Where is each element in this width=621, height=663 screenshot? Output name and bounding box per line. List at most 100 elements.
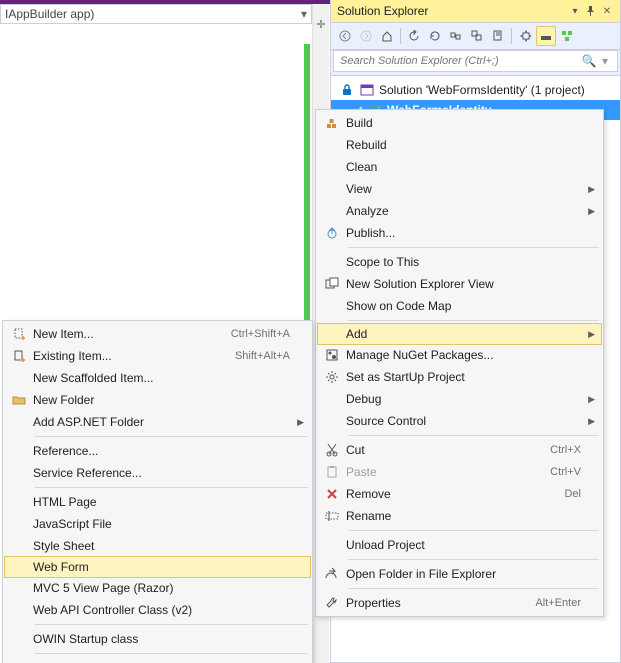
context-menu-item-rebuild[interactable]: Rebuild xyxy=(318,134,601,156)
menu-separator xyxy=(348,320,599,321)
context-menu-item-analyze[interactable]: Analyze▶ xyxy=(318,200,601,222)
solution-explorer-titlebar[interactable]: Solution Explorer ▾ ✕ xyxy=(331,0,620,23)
context-menu-item-view[interactable]: View▶ xyxy=(318,178,601,200)
submenu-arrow-icon: ▶ xyxy=(588,329,595,340)
solution-label: Solution 'WebFormsIdentity' (1 project) xyxy=(379,81,585,99)
context-menu-item-cut[interactable]: CutCtrl+X xyxy=(318,439,601,461)
panel-title: Solution Explorer xyxy=(337,4,566,18)
menu-item-label: Open Folder in File Explorer xyxy=(346,567,581,581)
add-menu-item-javascript-file[interactable]: JavaScript File xyxy=(5,513,310,535)
menu-item-label: Add xyxy=(346,327,581,341)
view-class-icon[interactable] xyxy=(557,26,577,46)
pin-icon[interactable] xyxy=(584,4,598,18)
context-menu-item-show-on-code-map[interactable]: Show on Code Map xyxy=(318,295,601,317)
menu-item-label: Style Sheet xyxy=(33,539,290,553)
editor-combo-text: IAppBuilder app) xyxy=(5,7,301,21)
context-menu-item-set-as-startup-project[interactable]: Set as StartUp Project xyxy=(318,366,601,388)
show-all-icon[interactable] xyxy=(467,26,487,46)
add-menu-item-new-scaffolded-item[interactable]: New Scaffolded Item... xyxy=(5,367,310,389)
context-menu-item-add[interactable]: Add ▶ xyxy=(317,323,602,345)
window-position-icon[interactable]: ▾ xyxy=(568,4,582,18)
add-menu-item-new-item[interactable]: New Item...Ctrl+Shift+A xyxy=(5,323,310,345)
context-menu-item-scope-to-this[interactable]: Scope to This xyxy=(318,251,601,273)
context-menu-item-rename[interactable]: Rename xyxy=(318,505,601,527)
menu-item-label: Manage NuGet Packages... xyxy=(346,348,581,362)
add-menu-item-owin-startup-class[interactable]: OWIN Startup class xyxy=(5,628,310,650)
menu-item-label: Add ASP.NET Folder xyxy=(33,415,290,429)
forward-icon[interactable] xyxy=(356,26,376,46)
menu-item-label: Service Reference... xyxy=(33,466,290,480)
context-menu-item-remove[interactable]: RemoveDel xyxy=(318,483,601,505)
menu-separator xyxy=(35,653,308,654)
context-menu-item-clean[interactable]: Clean xyxy=(318,156,601,178)
menu-item-shortcut: Ctrl+V xyxy=(540,466,581,478)
properties-icon[interactable] xyxy=(515,26,535,46)
context-menu-item-publish[interactable]: Publish... xyxy=(318,222,601,244)
publish-icon xyxy=(318,226,346,240)
add-menu-item-add-asp-net-folder[interactable]: Add ASP.NET Folder▶ xyxy=(5,411,310,433)
sync-icon[interactable] xyxy=(404,26,424,46)
add-menu-item-mvc-5-view-page-razor[interactable]: MVC 5 View Page (Razor) xyxy=(5,577,310,599)
refresh-icon[interactable] xyxy=(425,26,445,46)
preview-selected-icon[interactable] xyxy=(536,26,556,46)
solution-search-box[interactable]: 🔍 ▾ xyxy=(333,50,618,72)
context-menu-item-open-folder-in-file-explorer[interactable]: Open Folder in File Explorer xyxy=(318,563,601,585)
add-menu-item-new-folder[interactable]: New Folder xyxy=(5,389,310,411)
search-input[interactable] xyxy=(338,54,581,68)
add-menu-item-service-reference[interactable]: Service Reference... xyxy=(5,462,310,484)
close-icon[interactable]: ✕ xyxy=(600,4,614,18)
add-menu-item-html-page[interactable]: HTML Page xyxy=(5,491,310,513)
collapse-all-icon[interactable] xyxy=(446,26,466,46)
menu-item-label: Publish... xyxy=(346,226,581,240)
add-menu-item-web-form[interactable]: Web Form xyxy=(4,556,311,578)
context-menu-item-paste: PasteCtrl+V xyxy=(318,461,601,483)
new-item-icon xyxy=(5,327,33,341)
submenu-arrow-icon: ▶ xyxy=(588,184,595,195)
search-dropdown-icon[interactable]: ▾ xyxy=(597,54,613,68)
gear-icon xyxy=(318,370,346,384)
menu-item-shortcut: Shift+Alt+A xyxy=(225,350,290,362)
add-submenu: New Item...Ctrl+Shift+AExisting Item...S… xyxy=(2,320,313,663)
menu-item-label: Existing Item... xyxy=(33,349,225,363)
add-menu-item-web-api-controller-class-v2[interactable]: Web API Controller Class (v2) xyxy=(5,599,310,621)
context-menu-item-build[interactable]: Build xyxy=(318,112,601,134)
menu-item-label: Reference... xyxy=(33,444,290,458)
add-menu-item-style-sheet[interactable]: Style Sheet xyxy=(5,535,310,557)
solution-node[interactable]: Solution 'WebFormsIdentity' (1 project) xyxy=(331,80,620,100)
context-menu-item-debug[interactable]: Debug▶ xyxy=(318,388,601,410)
context-menu-item-new-solution-explorer-view[interactable]: New Solution Explorer View xyxy=(318,273,601,295)
editor-change-marker xyxy=(304,44,310,344)
existing-item-icon xyxy=(5,349,33,363)
context-menu-item-source-control[interactable]: Source Control▶ xyxy=(318,410,601,432)
add-menu-item-class[interactable]: Class... xyxy=(5,657,310,663)
add-menu-item-existing-item[interactable]: Existing Item...Shift+Alt+A xyxy=(5,345,310,367)
menu-item-label: MVC 5 View Page (Razor) xyxy=(33,581,290,595)
editor-member-combo[interactable]: IAppBuilder app) ▾ xyxy=(0,4,312,24)
solution-icon xyxy=(359,82,375,98)
menu-item-label: Source Control xyxy=(346,414,581,428)
submenu-arrow-icon: ▶ xyxy=(588,206,595,217)
home-icon[interactable] xyxy=(377,26,397,46)
menu-separator xyxy=(35,624,308,625)
add-menu-item-reference[interactable]: Reference... xyxy=(5,440,310,462)
menu-item-label: Clean xyxy=(346,160,581,174)
solution-explorer-toolbar xyxy=(331,23,620,50)
project-context-menu: Build Rebuild Clean View▶Analyze▶ Publish...… xyxy=(315,109,604,617)
back-icon[interactable] xyxy=(335,26,355,46)
menu-item-label: Set as StartUp Project xyxy=(346,370,581,384)
context-menu-item-unload-project[interactable]: Unload Project xyxy=(318,534,601,556)
menu-item-label: Cut xyxy=(346,443,540,457)
split-icon[interactable]: ✛ xyxy=(313,4,329,31)
open-folder-icon xyxy=(318,567,346,581)
submenu-arrow-icon: ▶ xyxy=(588,394,595,405)
context-menu-item-properties[interactable]: PropertiesAlt+Enter xyxy=(318,592,601,614)
remove-icon xyxy=(318,487,346,501)
menu-item-label: HTML Page xyxy=(33,495,290,509)
search-icon[interactable]: 🔍 xyxy=(581,54,597,68)
menu-item-shortcut: Del xyxy=(554,488,581,500)
context-menu-item-manage-nuget-packages[interactable]: Manage NuGet Packages... xyxy=(318,344,601,366)
menu-item-label: Build xyxy=(346,116,581,130)
menu-item-shortcut: Ctrl+X xyxy=(540,444,581,456)
preview-icon[interactable] xyxy=(488,26,508,46)
menu-item-label: New Item... xyxy=(33,327,221,341)
